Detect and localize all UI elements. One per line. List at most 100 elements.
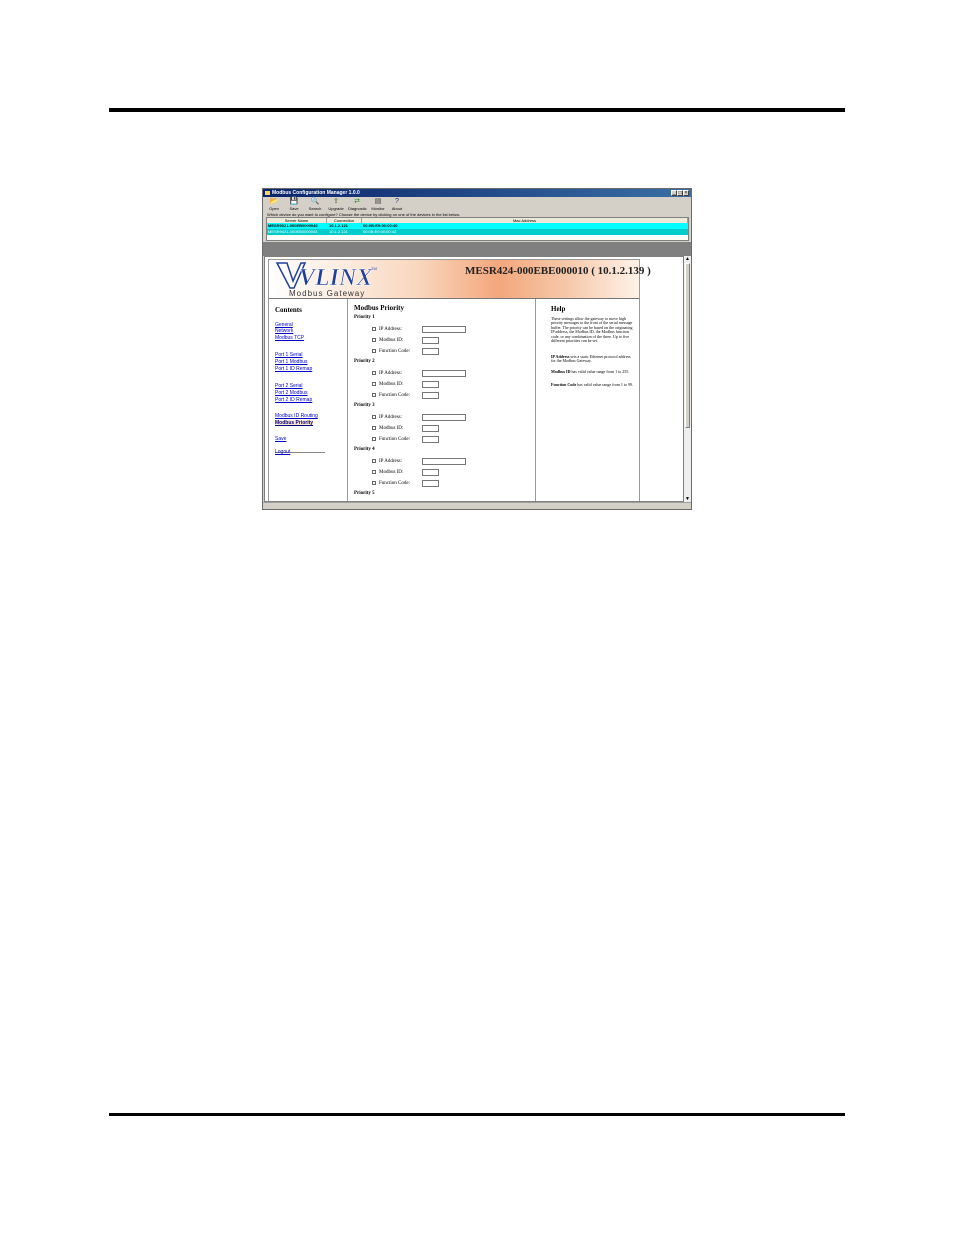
device-title: MESR424-000EBE000010 ( 10.1.2.139 ) [465,265,651,277]
priority-1-fc-input[interactable] [422,348,439,355]
modbus-id-label: Modbus ID: [379,426,404,431]
nav-logout-link[interactable]: Logout [275,449,290,455]
function-code-label: Function Code: [379,437,410,442]
about-button[interactable]: ? About [388,197,406,212]
priority-3-fc-checkbox[interactable] [372,437,376,441]
diagnostic-icon: ⇄ [354,198,360,205]
header-banner: VLINX TM Modbus Gateway MESR424-000EBE00… [269,260,651,299]
browser-pane: VLINX TM Modbus Gateway MESR424-000EBE00… [264,256,684,502]
priority-4-ip-checkbox[interactable] [372,459,376,463]
monitor-button[interactable]: ▤ Monitor [369,197,387,212]
modbus-id-label: Modbus ID: [379,382,404,387]
function-code-label: Function Code: [379,349,410,354]
priority-5-heading: Priority 5 [354,491,375,496]
splitter-bar[interactable] [263,242,691,256]
priority-3-heading: Priority 3 [354,403,375,408]
modbus-id-label: Modbus ID: [379,470,404,475]
priority-2-fc-input[interactable] [422,392,439,399]
open-button[interactable]: 📂 Open [265,197,283,212]
priority-3-id-input[interactable] [422,425,439,432]
ip-address-label: IP Address: [379,371,403,376]
upgrade-button[interactable]: ⇪ Upgrade [327,197,345,212]
title-bar: Modbus Configuration Manager 1.0.0 _ □ × [263,189,691,197]
nav-port1-modbus-link[interactable]: Port 1 Modbus [275,359,308,365]
open-folder-icon: 📂 [269,198,279,205]
app-window: Modbus Configuration Manager 1.0.0 _ □ ×… [262,188,692,510]
nav-port1-serial-link[interactable]: Port 1 Serial [275,352,303,358]
help-intro: These settings allow the gateway to move… [551,316,633,344]
priority-4-id-input[interactable] [422,469,439,476]
scroll-thumb[interactable] [685,263,690,428]
priority-2-heading: Priority 2 [354,359,375,364]
modbus-id-label: Modbus ID: [379,338,404,343]
upgrade-icon: ⇪ [333,198,339,205]
priority-1-heading: Priority 1 [354,315,375,320]
priority-2-ip-input[interactable] [422,370,466,377]
priority-2-id-checkbox[interactable] [372,382,376,386]
device-list: Server Name Connection Mac Address MESR9… [266,217,689,241]
vertical-scrollbar[interactable]: ▲ ▼ [684,256,691,502]
priority-3-fc-input[interactable] [422,436,439,443]
priority-4-fc-input[interactable] [422,480,439,487]
config-page: VLINX TM Modbus Gateway MESR424-000EBE00… [268,259,651,501]
scroll-up-arrow-icon[interactable]: ▲ [684,256,691,262]
nav-modbus-id-routing-link[interactable]: Modbus ID Routing [275,413,318,419]
nav-save-link[interactable]: Save [275,436,286,442]
priority-4-id-checkbox[interactable] [372,470,376,474]
priority-3-ip-input[interactable] [422,414,466,421]
logo-tm: TM [371,266,377,271]
save-disk-icon: 💾 [289,198,299,205]
diagnostic-button[interactable]: ⇄ Diagnostic [348,197,367,212]
priority-4-heading: Priority 4 [354,447,375,452]
nav-port2-serial-link[interactable]: Port 2 Serial [275,383,303,389]
priority-1-ip-input[interactable] [422,326,466,333]
help-heading: Help [551,305,566,313]
priority-3-ip-checkbox[interactable] [372,415,376,419]
priority-2-fc-checkbox[interactable] [372,393,376,397]
app-icon [265,191,270,195]
nav-port2-modbus-link[interactable]: Port 2 Modbus [275,390,308,396]
ip-address-label: IP Address: [379,415,403,420]
vlinx-logo: VLINX TM [275,262,377,289]
monitor-icon: ▤ [374,198,382,205]
device-connection: 10.1.2.121 [329,229,348,234]
priority-1-id-checkbox[interactable] [372,338,376,342]
priority-2-ip-checkbox[interactable] [372,371,376,375]
priority-2-id-input[interactable] [422,381,439,388]
priority-4-ip-input[interactable] [422,458,466,465]
nav-port2-id-remap-link[interactable]: Port 2 ID Remap [275,397,312,403]
function-code-label: Function Code: [379,481,410,486]
contents-heading: Contents [275,306,302,314]
section-heading: Modbus Priority [354,304,404,312]
ip-address-label: IP Address: [379,459,403,464]
function-code-label: Function Code: [379,393,410,398]
status-bar [263,502,691,509]
close-button[interactable]: × [683,190,689,196]
priority-1-fc-checkbox[interactable] [372,349,376,353]
search-button[interactable]: 🔍 Search [306,197,324,212]
contents-sidebar: Contents General Network Modbus TCP Port… [269,299,348,501]
nav-port1-id-remap-link[interactable]: Port 1 ID Remap [275,366,312,372]
device-mac: 00:0B:E9:00:00:43 [363,229,397,234]
priority-form: Modbus Priority Priority 1 IP Address: M… [348,299,536,501]
help-question-icon: ? [395,198,399,205]
save-button[interactable]: 💾 Save [285,197,303,212]
priority-3-id-checkbox[interactable] [372,426,376,430]
nav-modbus-tcp-link[interactable]: Modbus TCP [275,335,304,341]
nav-modbus-priority-link[interactable]: Modbus Priority [275,420,314,426]
help-modbus-id: Modbus ID has valid value range from 1 t… [551,369,630,374]
device-server-name: MESR9021-000EB0000043 [268,229,318,234]
toolbar: 📂 Open 💾 Save 🔍 Search ⇪ Upgrade ⇄ Diagn… [263,197,691,212]
search-icon: 🔍 [310,198,320,205]
priority-4-fc-checkbox[interactable] [372,481,376,485]
ip-address-label: IP Address: [379,327,403,332]
product-tagline: Modbus Gateway [289,289,366,298]
window-title: Modbus Configuration Manager 1.0.0 [272,190,360,196]
help-function-code: Function Code has valid value range from… [551,382,633,387]
device-row[interactable]: MESR9021-000EB0000043 10.1.2.121 00:0B:E… [267,229,688,235]
nav-network-link[interactable]: Network [275,328,293,334]
top-rule [109,108,845,112]
priority-1-ip-checkbox[interactable] [372,327,376,331]
logo-text: VLINX [299,265,373,289]
priority-1-id-input[interactable] [422,337,439,344]
